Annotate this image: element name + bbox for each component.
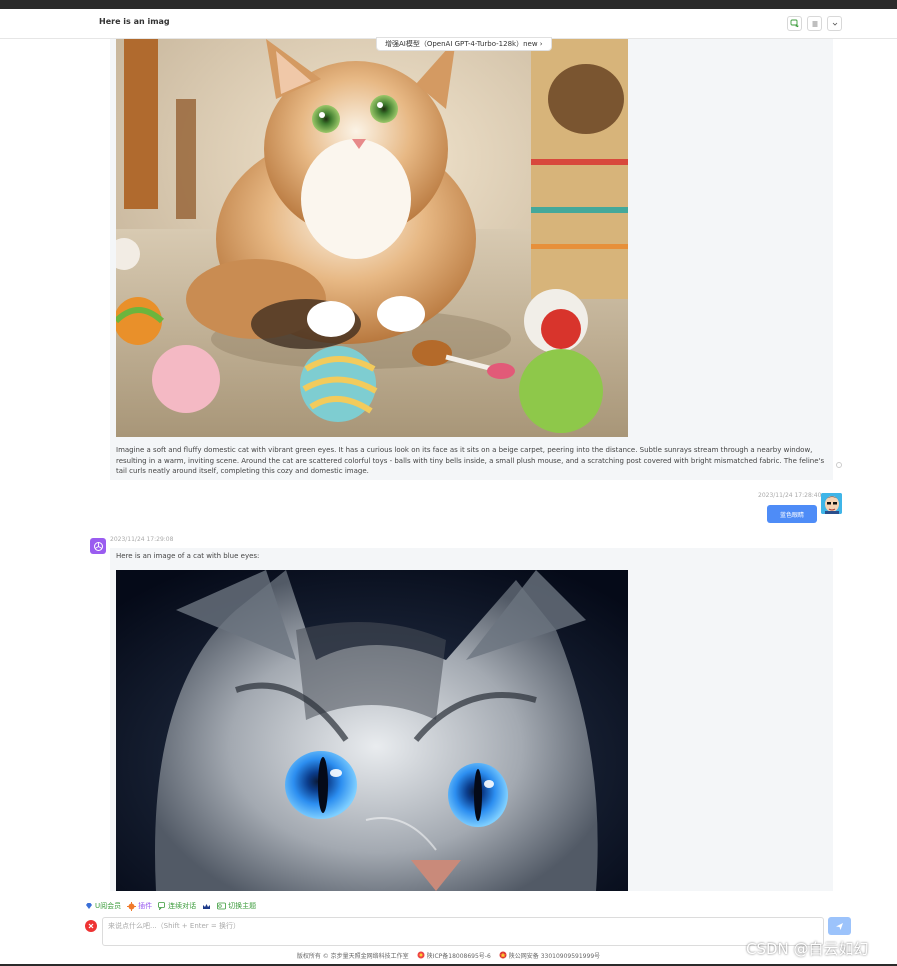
mask-button[interactable] <box>202 902 211 911</box>
icp-text: 陕ICP备18008695号-6 <box>426 952 491 960</box>
scroll-indicator[interactable] <box>836 462 842 468</box>
expand-button[interactable] <box>827 16 842 31</box>
assistant-avatar <box>90 538 106 554</box>
vip-label: U阅会员 <box>95 902 122 910</box>
icp-link[interactable]: 陕ICP备18008695号-6 <box>417 951 491 960</box>
green-eyed-cat-image <box>116 39 628 437</box>
vip-button[interactable]: U阅会员 <box>85 901 121 911</box>
list-icon <box>812 21 817 26</box>
chat-bubble-icon <box>158 902 166 910</box>
chat-toolbar: U阅会员 插件 连续对话 切换主题 <box>85 900 256 912</box>
assistant-reply-text: Here is an image of a cat with blue eyes… <box>116 552 260 560</box>
continuous-chat-toggle[interactable]: 连续对话 <box>158 901 196 911</box>
theme-label: 切换主题 <box>228 902 257 910</box>
window-top-edge <box>0 0 897 9</box>
model-selector[interactable]: 增强AI模型（OpenAI GPT-4-Turbo-128k）new › <box>376 37 552 51</box>
user-message: 蓝色眼睛 <box>767 505 817 523</box>
assistant-timestamp: 2023/11/24 17:29:08 <box>110 536 174 543</box>
chat-input[interactable]: 来说点什么吧...（Shift + Enter = 换行） <box>102 917 824 946</box>
chevron-down-icon <box>832 22 837 26</box>
new-chat-button[interactable] <box>787 16 802 31</box>
copyright-text: 版权所有 © 京步量天照金网络科技工作室 <box>296 952 409 960</box>
continuous-label: 连续对话 <box>168 902 197 910</box>
chat-input-placeholder: 来说点什么吧...（Shift + Enter = 换行） <box>108 922 241 930</box>
user-timestamp: 2023/11/24 17:28:40 <box>758 492 822 499</box>
openai-logo-icon <box>93 541 103 551</box>
chat-title: Here is an imag <box>99 17 170 26</box>
plugin-icon <box>127 901 137 911</box>
user-avatar <box>821 493 842 514</box>
menu-button[interactable] <box>807 16 822 31</box>
send-button[interactable] <box>828 917 851 935</box>
police-badge-icon <box>499 951 507 959</box>
chat-add-icon <box>790 19 799 28</box>
police-link[interactable]: 陕公网安备 33010909591999号 <box>499 951 600 960</box>
cartoon-face-icon <box>821 493 842 514</box>
send-icon <box>836 922 843 930</box>
diamond-icon <box>86 903 92 909</box>
switch-theme-button[interactable]: 切换主题 <box>217 901 256 911</box>
plugins-button[interactable]: 插件 <box>127 901 152 911</box>
plugins-label: 插件 <box>138 902 153 910</box>
theme-icon <box>217 902 227 910</box>
stop-icon <box>88 923 94 929</box>
crown-icon <box>203 903 211 909</box>
chat-header: Here is an imag <box>0 9 897 39</box>
blue-eyed-cat-image <box>116 570 628 891</box>
csdn-watermark: CSDN @白云如幻 <box>746 940 869 958</box>
clear-chat-button[interactable] <box>85 920 97 932</box>
police-text: 陕公网安备 33010909591999号 <box>508 952 601 960</box>
icp-badge-icon <box>417 951 425 959</box>
image-description: Imagine a soft and fluffy domestic cat w… <box>116 446 825 475</box>
